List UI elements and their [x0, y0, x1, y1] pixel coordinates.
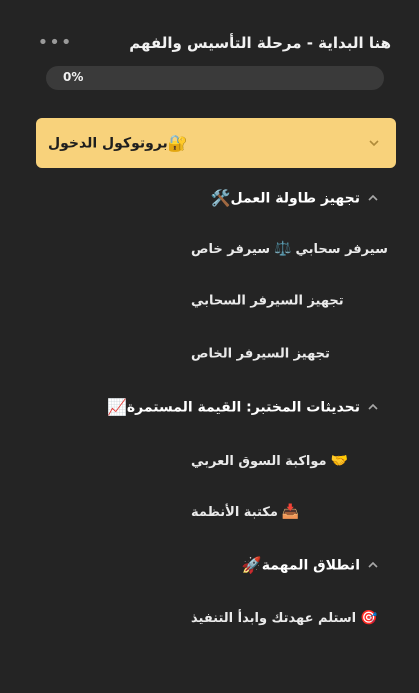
lesson-systems-library[interactable]: 📥 مكتبة الأنظمة: [56, 492, 356, 532]
lesson-title: تجهيز السيرفر الخاص: [191, 346, 330, 362]
section-lab-updates[interactable]: تحديثات المختبر: القيمة المستمرة 📈: [36, 382, 396, 432]
lesson-label: سيرفر سحابي ⚖️ سيرفر خاص: [191, 241, 388, 257]
lesson-label: 📥 مكتبة الأنظمة: [191, 504, 303, 520]
lesson-receive-and-start[interactable]: 🎯 استلم عهدتك وابدأ التنفيذ: [56, 598, 378, 638]
lesson-title: تجهيز السيرفر السحابي: [191, 293, 344, 309]
section-label: تحديثات المختبر: القيمة المستمرة 📈: [103, 398, 360, 417]
section-entry-protocol[interactable]: 🔐 بروتوكول الدخول: [36, 118, 396, 168]
lesson-title-part: سيرفر سحابي: [295, 241, 388, 257]
lesson-title: استلم عهدتك وابدأ التنفيذ: [191, 610, 357, 626]
chevron-up-icon[interactable]: [365, 557, 381, 573]
section-title: انطلاق المهمة: [261, 557, 360, 573]
section-label: انطلاق المهمة 🚀: [238, 556, 360, 575]
lock-key-icon: 🔐: [167, 133, 188, 153]
more-options-button[interactable]: •••: [38, 31, 72, 53]
section-title: بروتوكول الدخول: [48, 135, 168, 151]
target-icon: 🎯: [360, 610, 378, 626]
chevron-up-icon[interactable]: [365, 399, 381, 415]
chart-increasing-icon: 📈: [106, 397, 127, 417]
lesson-title: مكتبة الأنظمة: [191, 504, 278, 520]
lesson-private-vs-cloud-server[interactable]: سيرفر سحابي ⚖️ سيرفر خاص: [56, 229, 388, 269]
lesson-cloud-server-setup[interactable]: تجهيز السيرفر السحابي: [56, 281, 356, 321]
section-workbench-setup[interactable]: تجهيز طاولة العمل 🛠️: [36, 173, 396, 223]
scale-icon: ⚖️: [274, 241, 292, 257]
course-progress-bar: 0%: [46, 66, 384, 90]
lesson-arab-market[interactable]: 🤝 مواكبة السوق العربي: [56, 441, 356, 481]
lesson-label: تجهيز السيرفر السحابي: [191, 294, 344, 309]
course-title: هنا البداية - مرحلة التأسيس والفهم: [129, 34, 391, 52]
lesson-label: 🤝 مواكبة السوق العربي: [191, 453, 352, 469]
course-header: هنا البداية - مرحلة التأسيس والفهم •••: [38, 28, 391, 58]
lesson-label: تجهيز السيرفر الخاص: [191, 347, 330, 362]
course-sidebar: هنا البداية - مرحلة التأسيس والفهم ••• 0…: [0, 0, 419, 693]
section-mission-launch[interactable]: انطلاق المهمة 🚀: [36, 540, 396, 590]
lesson-title: مواكبة السوق العربي: [191, 453, 327, 469]
section-title: تجهيز طاولة العمل: [230, 190, 361, 206]
section-label: تجهيز طاولة العمل 🛠️: [207, 189, 360, 208]
lesson-title-part: سيرفر خاص: [191, 241, 271, 257]
chevron-down-icon[interactable]: [366, 135, 382, 151]
chevron-up-icon[interactable]: [365, 190, 381, 206]
section-label: 🔐 بروتوكول الدخول: [48, 134, 192, 153]
handshake-icon: 🤝: [330, 453, 349, 469]
progress-text: 0%: [63, 70, 84, 84]
hammer-wrench-icon: 🛠️: [210, 188, 231, 208]
section-title: تحديثات المختبر: القيمة المستمرة: [126, 399, 360, 415]
rocket-icon: 🚀: [241, 555, 262, 575]
inbox-tray-icon: 📥: [281, 504, 300, 520]
lesson-label: 🎯 استلم عهدتك وابدأ التنفيذ: [191, 610, 382, 626]
lesson-private-server-setup[interactable]: تجهيز السيرفر الخاص: [56, 334, 356, 374]
